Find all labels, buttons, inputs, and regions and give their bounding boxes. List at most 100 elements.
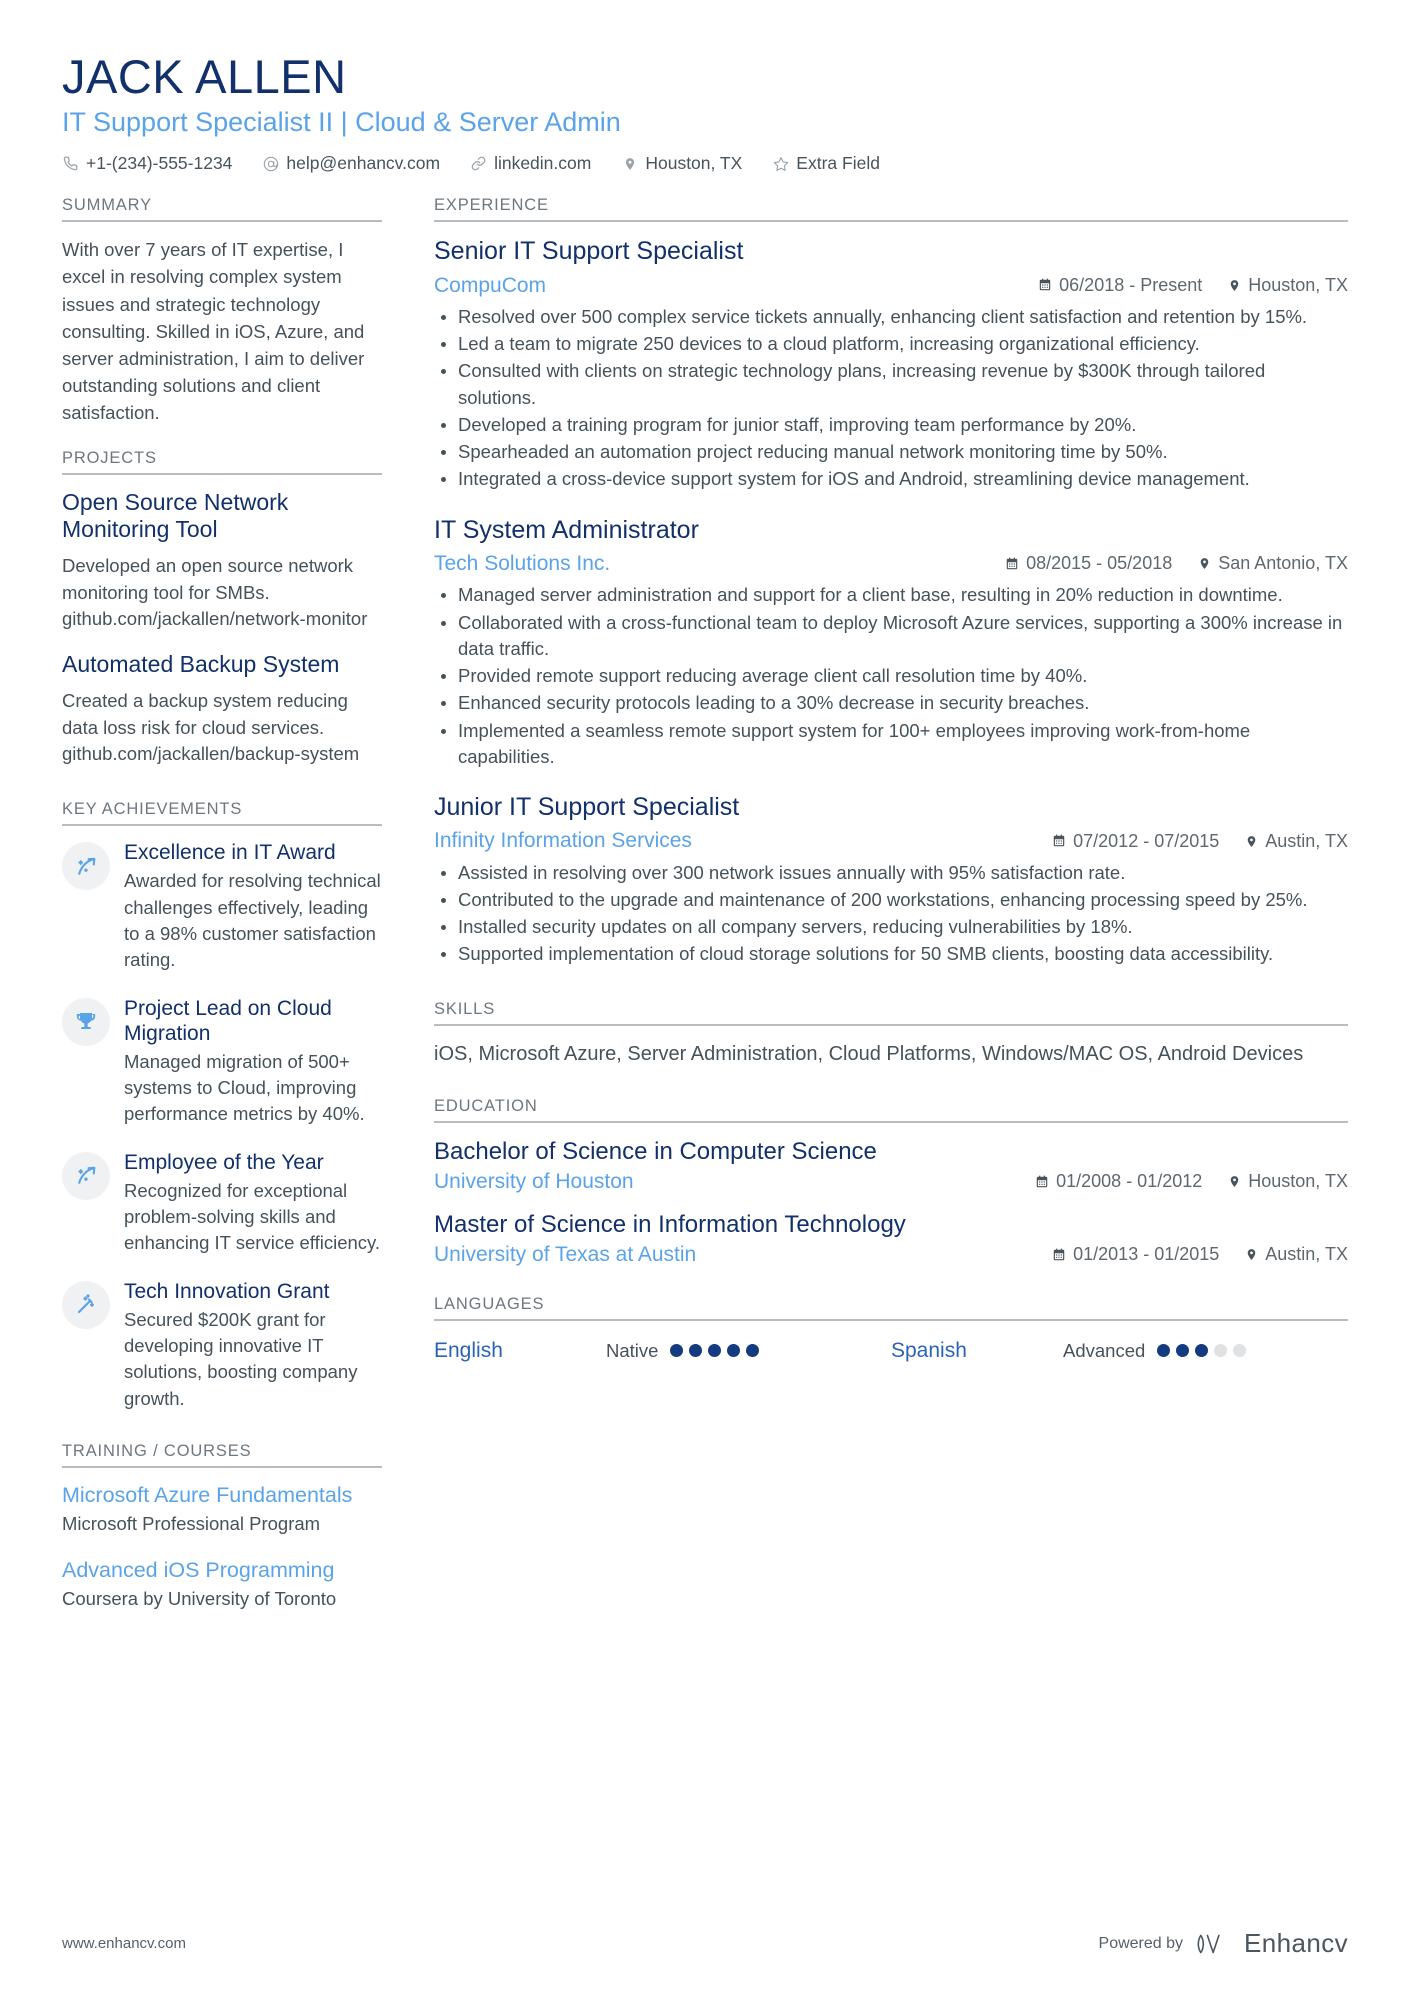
language-rating-dots [1157,1344,1252,1358]
job-dates: 08/2015 - 05/2018 [1005,553,1172,574]
education-dates-text: 01/2013 - 01/2015 [1073,1244,1220,1265]
job-bullet: Consulted with clients on strategic tech… [434,358,1348,411]
achievement-icon-badge [62,997,110,1046]
enhancv-logo-icon [1197,1931,1244,1957]
footer-website[interactable]: www.enhancv.com [62,1935,186,1952]
job-title: Senior IT Support Specialist [434,237,744,266]
achievement-item: Employee of the Year Recognized for exce… [62,1150,382,1257]
location-pin-icon [1198,556,1211,571]
project-title[interactable]: Open Source Network Monitoring Tool [62,489,382,544]
phone-icon [62,156,79,171]
rating-dot-filled [1176,1344,1190,1358]
job-bullet: Implemented a seamless remote support sy… [434,718,1348,771]
achievement-item: Tech Innovation Grant Secured $200K gran… [62,1279,382,1412]
project-description: Developed an open source network monitor… [62,554,368,630]
job-bullet: Installed security updates on all compan… [434,914,1348,940]
language-name: English [434,1338,503,1362]
section-summary: SUMMARY With over 7 years of IT expertis… [62,196,382,442]
contact-linkedin-text: linkedin.com [494,153,592,174]
resume-page: JACK ALLEN IT Support Specialist II | Cl… [0,0,1410,1995]
job-location-text: Houston, TX [1248,274,1348,295]
job-bullet: Led a team to migrate 250 devices to a c… [434,331,1348,357]
section-experience: EXPERIENCE Senior IT Support Specialist … [434,196,1348,993]
section-title-projects: PROJECTS [62,448,157,467]
education-dates: 01/2008 - 01/2012 [1035,1171,1202,1192]
job-bullet: Integrated a cross-device support system… [434,466,1348,492]
section-title-training-courses: TRAINING / COURSES [62,1441,252,1460]
calendar-icon [1052,834,1066,848]
course-title[interactable]: Advanced iOS Programming [62,1557,382,1584]
rating-dot-filled [689,1344,703,1358]
location-pin-icon [1245,834,1258,849]
section-skills: SKILLS iOS, Microsoft Azure, Server Admi… [434,1000,1348,1091]
link-icon [470,156,487,171]
rating-dot-empty [1233,1344,1247,1358]
job-bullet: Spearheaded an automation project reduci… [434,439,1348,465]
education-dates: 01/2013 - 01/2015 [1052,1244,1219,1265]
section-languages: LANGUAGES English Native Spanish Advance… [434,1295,1348,1363]
location-pin-icon [1228,278,1241,293]
section-title-education: EDUCATION [434,1096,538,1115]
job-dates-text: 06/2018 - Present [1059,274,1203,295]
language-level: Native [606,1339,659,1361]
job-company[interactable]: CompuCom [434,272,1012,299]
project-item: Open Source Network Monitoring Tool Deve… [62,489,382,634]
school-name[interactable]: University of Texas at Austin [434,1243,1026,1267]
section-training-courses: TRAINING / COURSES Microsoft Azure Funda… [62,1442,382,1612]
job-bullet: Supported implementation of cloud storag… [434,941,1348,967]
job-bullet: Contributed to the upgrade and maintenan… [434,887,1348,913]
growth-arrow-icon [74,1163,99,1188]
achievement-title: Employee of the Year [124,1150,324,1174]
section-title-experience: EXPERIENCE [434,196,549,215]
job-company[interactable]: Infinity Information Services [434,827,1026,854]
section-title-languages: LANGUAGES [434,1294,545,1313]
contact-extra-field-text: Extra Field [796,153,880,174]
job-location: San Antonio, TX [1198,553,1348,574]
project-title[interactable]: Automated Backup System [62,651,382,679]
languages-row: English Native Spanish Advanced [434,1335,1348,1363]
calendar-icon [1038,278,1052,292]
main-column: EXPERIENCE Senior IT Support Specialist … [434,196,1348,1368]
achievement-description: Awarded for resolving technical challeng… [124,870,381,971]
skills-text: iOS, Microsoft Azure, Server Administrat… [434,1042,1304,1065]
job-bullets: Assisted in resolving over 300 network i… [434,860,1348,968]
job-dates: 06/2018 - Present [1038,275,1202,296]
contact-phone[interactable]: +1-(234)-555-1234 [62,153,232,174]
course-title[interactable]: Microsoft Azure Fundamentals [62,1482,382,1509]
contact-location: Houston, TX [621,153,742,174]
rating-dot-filled [727,1344,741,1358]
contact-email-text: help@enhancv.com [286,153,441,174]
job-bullet: Developed a training program for junior … [434,412,1348,438]
job-bullet: Assisted in resolving over 300 network i… [434,860,1348,886]
degree-title: Bachelor of Science in Computer Science [434,1137,877,1165]
job-bullet: Managed server administration and suppor… [434,582,1348,608]
contact-linkedin[interactable]: linkedin.com [470,153,591,174]
experience-item: Junior IT Support Specialist Infinity In… [434,792,1348,968]
contact-email[interactable]: help@enhancv.com [262,153,440,174]
location-pin-icon [1245,1247,1258,1262]
achievement-title: Excellence in IT Award [124,841,336,865]
enhancv-brand: Enhancv [1197,1928,1348,1959]
job-company[interactable]: Tech Solutions Inc. [434,550,979,577]
education-meta: University of Texas at Austin 01/2013 - … [434,1243,1348,1267]
calendar-icon [1035,1175,1049,1189]
job-location: Austin, TX [1245,831,1348,852]
degree-title: Master of Science in Information Technol… [434,1210,906,1238]
achievement-description: Recognized for exceptional problem-solvi… [124,1179,381,1254]
rating-dot-filled [670,1344,684,1358]
achievement-icon-badge [62,1151,110,1200]
project-item: Automated Backup System Created a backup… [62,651,382,768]
school-name[interactable]: University of Houston [434,1170,1009,1194]
resume-body: SUMMARY With over 7 years of IT expertis… [62,196,1348,1631]
calendar-icon [1052,1248,1066,1262]
education-location-text: Houston, TX [1248,1171,1348,1192]
contact-phone-text: +1-(234)-555-1234 [86,153,233,174]
language-item: English Native [434,1339,891,1363]
email-icon [262,156,279,172]
section-key-achievements: KEY ACHIEVEMENTS Excellence in IT Award … [62,800,382,1436]
trophy-icon [74,1010,98,1034]
achievement-body: Excellence in IT Award Awarded for resol… [124,840,382,973]
job-location: Houston, TX [1228,275,1348,296]
achievement-icon-badge [62,1280,110,1329]
section-projects: PROJECTS Open Source Network Monitoring … [62,449,382,795]
